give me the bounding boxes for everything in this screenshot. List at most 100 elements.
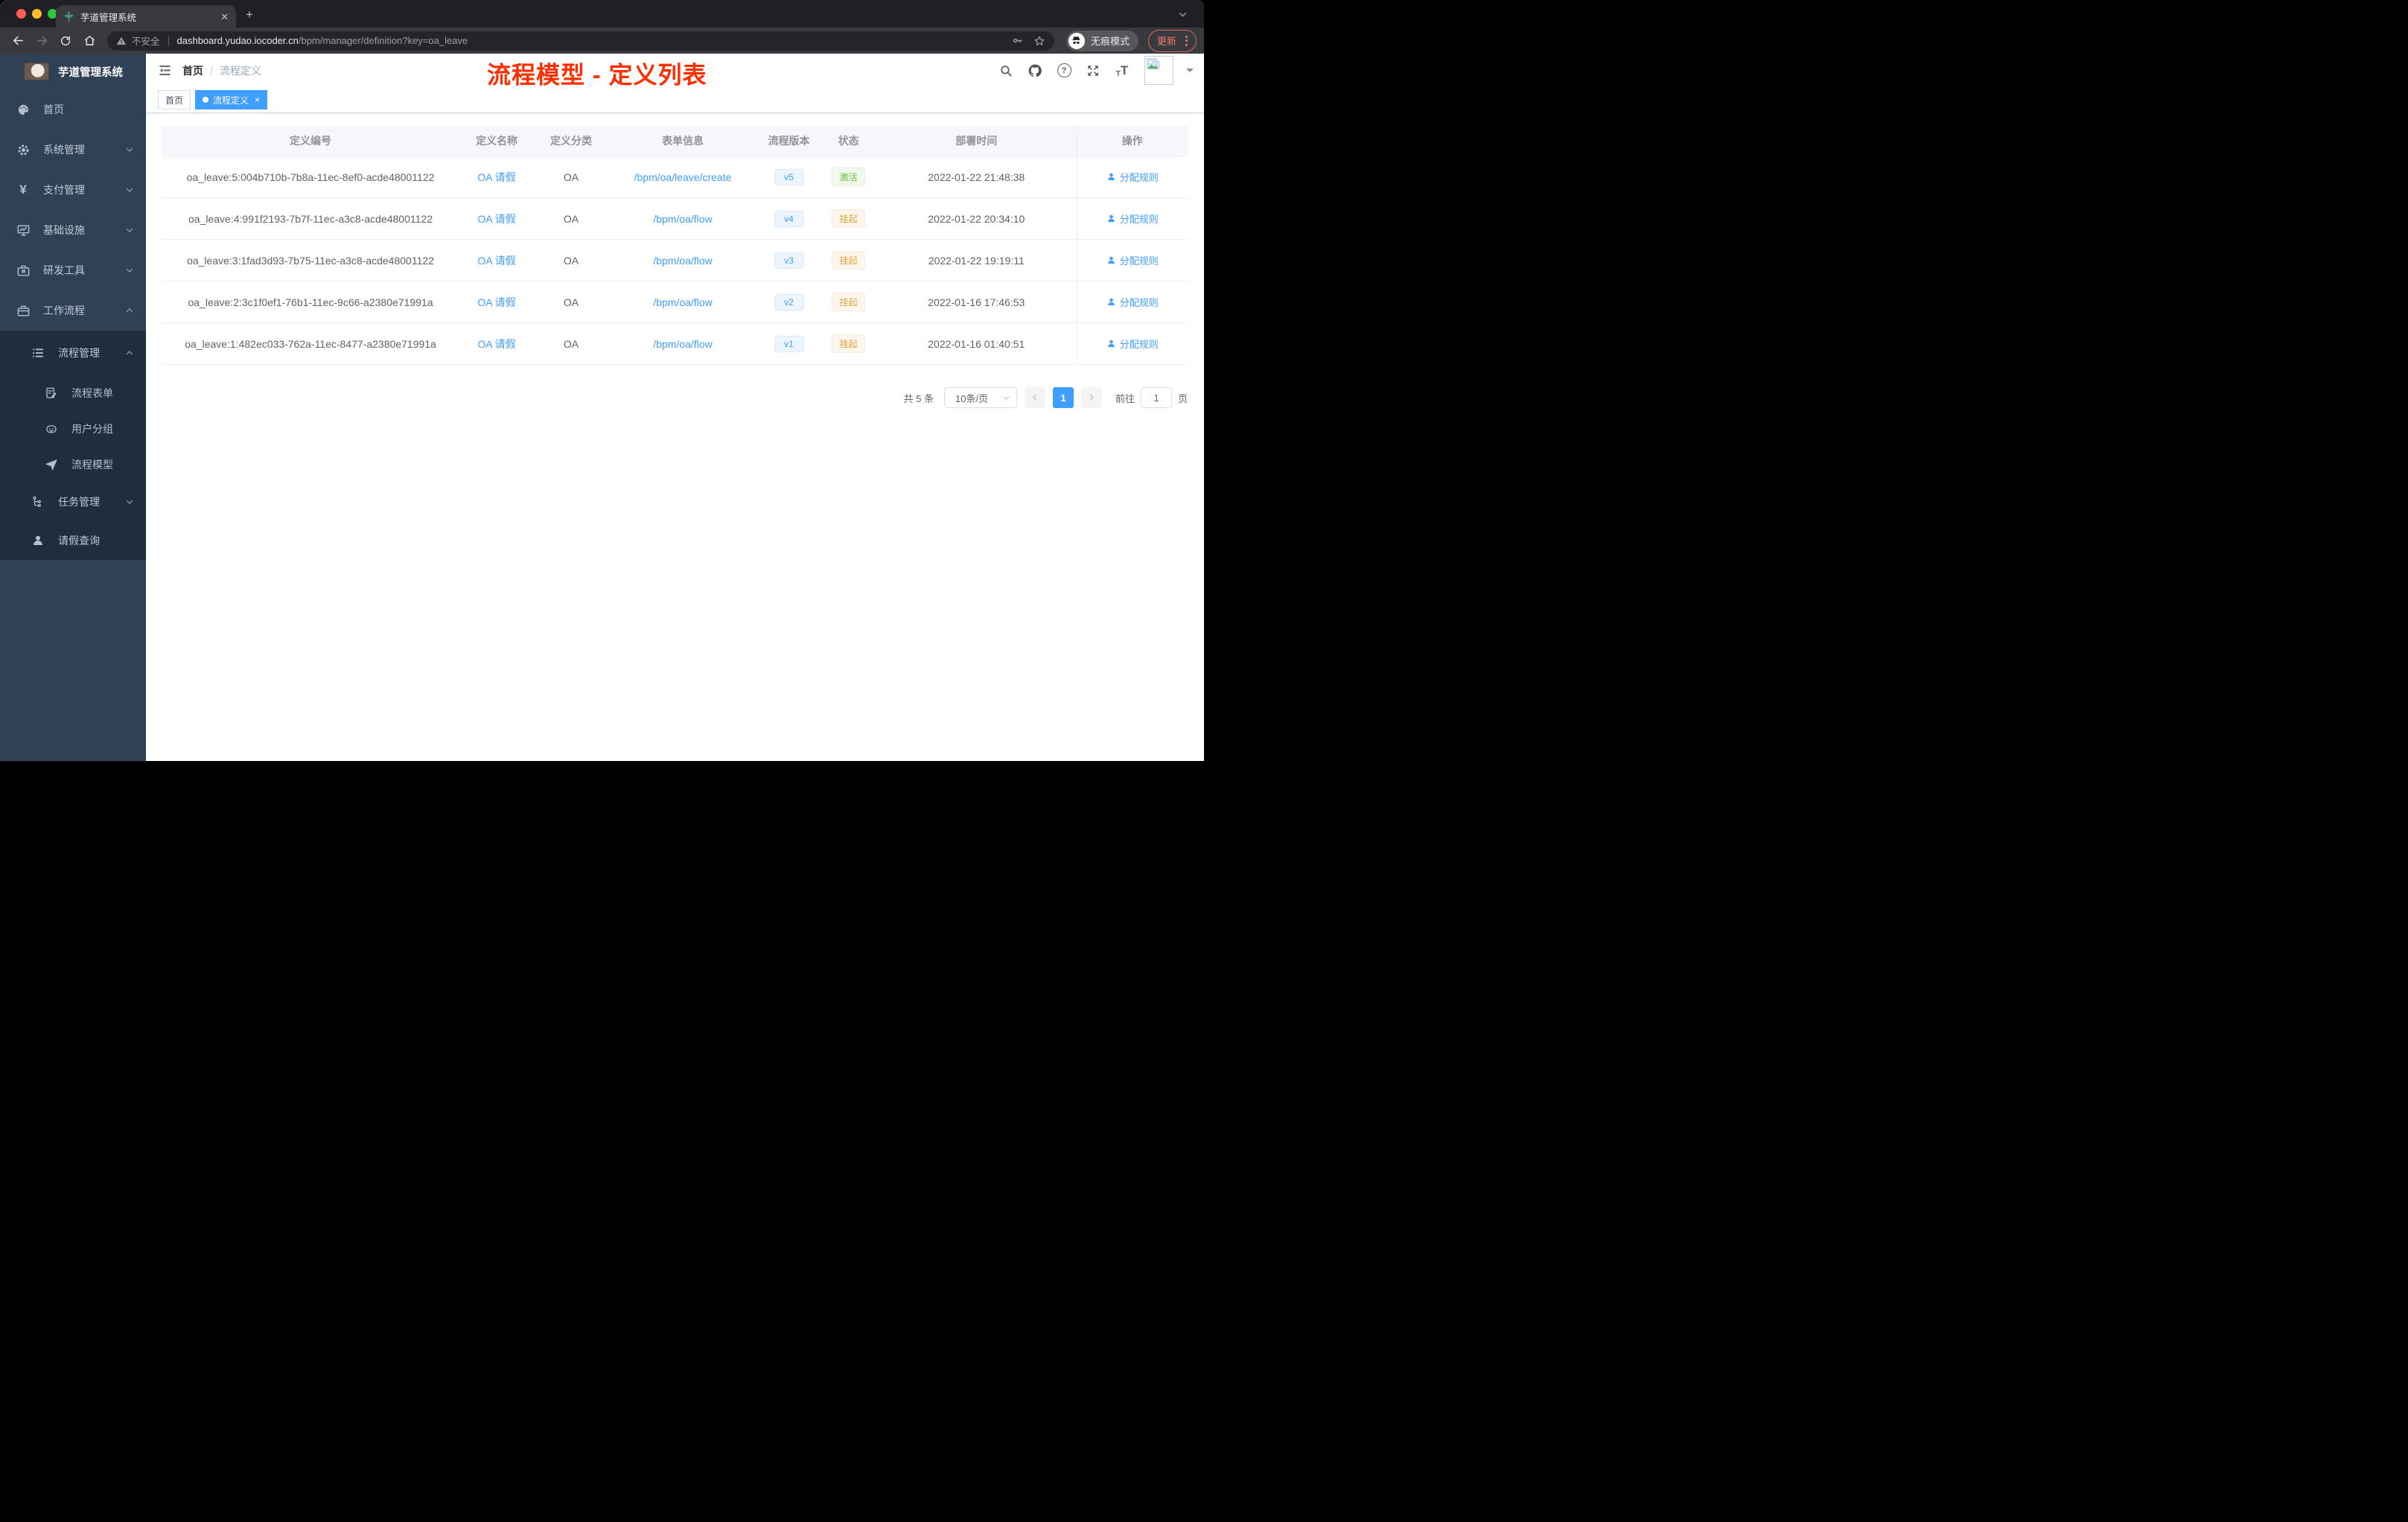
briefcase-icon bbox=[15, 304, 31, 318]
header-actions bbox=[998, 54, 1194, 87]
page-size-select[interactable]: 10条/页 bbox=[943, 387, 1017, 408]
cell-definition-id: oa_leave:1:482ec033-762a-11ec-8477-a2380… bbox=[162, 322, 459, 365]
form-link[interactable]: /bpm/oa/flow bbox=[653, 213, 712, 225]
font-size-icon[interactable] bbox=[1114, 63, 1130, 78]
help-icon[interactable] bbox=[1056, 63, 1072, 77]
assign-rule-button[interactable]: 分配规则 bbox=[1106, 253, 1159, 267]
tab-close-icon[interactable]: ✕ bbox=[220, 12, 229, 22]
cell-category: OA bbox=[534, 156, 608, 198]
sidebar-item-devtools[interactable]: 研发工具 bbox=[0, 250, 146, 290]
breadcrumb-current: 流程定义 bbox=[219, 64, 261, 77]
reload-button[interactable] bbox=[55, 31, 76, 51]
url-separator bbox=[168, 35, 169, 46]
browser-toolbar: 不安全 dashboard.yudao.iocoder.cn/bpm/manag… bbox=[0, 28, 1204, 54]
col-header-definition-name: 定义名称 bbox=[459, 126, 534, 156]
cell-definition-id: oa_leave:5:004b710b-7b8a-11ec-8ef0-acde4… bbox=[162, 156, 459, 198]
tab-search-chevron-icon[interactable] bbox=[1178, 10, 1188, 19]
tag-home[interactable]: 首页 bbox=[158, 90, 191, 109]
col-header-definition-id: 定义编号 bbox=[162, 126, 459, 156]
fullscreen-icon[interactable] bbox=[1085, 64, 1101, 77]
update-button[interactable]: 更新 bbox=[1147, 29, 1197, 52]
breadcrumb-home[interactable]: 首页 bbox=[182, 63, 203, 78]
cell-deploy-time: 2022-01-22 21:48:38 bbox=[876, 156, 1077, 198]
prev-page-button[interactable] bbox=[1024, 387, 1045, 408]
tag-close-icon[interactable]: × bbox=[255, 95, 260, 104]
bookmark-star-icon[interactable] bbox=[1033, 35, 1045, 47]
chevron-down-icon bbox=[1003, 396, 1010, 400]
hamburger-icon[interactable] bbox=[158, 63, 172, 77]
chevron-right-icon bbox=[1089, 394, 1094, 401]
user-icon bbox=[1107, 340, 1115, 348]
table-row: oa_leave:1:482ec033-762a-11ec-8477-a2380… bbox=[162, 322, 1188, 365]
definition-name-link[interactable]: OA 请假 bbox=[477, 255, 515, 267]
form-link[interactable]: /bpm/oa/flow bbox=[653, 338, 712, 350]
security-label: 不安全 bbox=[132, 36, 160, 47]
sidebar-item-system[interactable]: 系统管理 bbox=[0, 130, 146, 170]
goto-page-input[interactable] bbox=[1140, 387, 1172, 408]
new-tab-button[interactable]: + bbox=[246, 8, 253, 21]
sidebar-item-process-management[interactable]: 流程管理 bbox=[0, 331, 146, 375]
form-link[interactable]: /bpm/oa/flow bbox=[653, 255, 712, 267]
sidebar-logo[interactable]: 芋道管理系统 bbox=[0, 54, 146, 89]
sidebar-item-process-form[interactable]: 流程表单 bbox=[0, 375, 146, 411]
form-icon bbox=[43, 386, 60, 400]
browser-menu-kebab-icon[interactable] bbox=[1185, 35, 1188, 46]
pagination: 共 5 条 10条/页 1 前往 页 bbox=[162, 387, 1188, 408]
cell-deploy-time: 2022-01-16 17:46:53 bbox=[876, 281, 1077, 323]
avatar[interactable] bbox=[1144, 56, 1173, 85]
page-number-button[interactable]: 1 bbox=[1052, 387, 1074, 408]
assign-rule-button[interactable]: 分配规则 bbox=[1106, 295, 1159, 309]
status-badge: 挂起 bbox=[832, 209, 865, 228]
status-badge: 挂起 bbox=[832, 293, 865, 311]
sidebar-item-task-management[interactable]: 任务管理 bbox=[0, 483, 146, 521]
home-button[interactable] bbox=[79, 31, 100, 51]
logo-title: 芋道管理系统 bbox=[58, 66, 123, 79]
cell-deploy-time: 2022-01-22 20:34:10 bbox=[876, 197, 1077, 240]
forward-button[interactable] bbox=[31, 31, 52, 51]
chevron-down-icon bbox=[125, 185, 134, 194]
incognito-badge: 无痕模式 bbox=[1066, 30, 1138, 51]
minimize-window-button[interactable] bbox=[32, 9, 42, 19]
favicon-plant-icon bbox=[63, 10, 74, 22]
sidebar-item-process-model[interactable]: 流程模型 bbox=[0, 447, 146, 483]
sidebar-item-home[interactable]: 首页 bbox=[0, 89, 146, 130]
sidebar-item-user-group[interactable]: 用户分组 bbox=[0, 411, 146, 447]
form-link[interactable]: /bpm/oa/leave/create bbox=[634, 171, 732, 183]
cell-definition-id: oa_leave:2:3c1f0ef1-76b1-11ec-9c66-a2380… bbox=[162, 281, 459, 323]
sidebar-item-leave-query[interactable]: 请假查询 bbox=[0, 521, 146, 560]
version-badge: v1 bbox=[774, 335, 804, 352]
next-page-button[interactable] bbox=[1080, 387, 1102, 408]
definition-name-link[interactable]: OA 请假 bbox=[477, 338, 515, 350]
url-text: dashboard.yudao.iocoder.cn/bpm/manager/d… bbox=[176, 35, 468, 46]
search-icon[interactable] bbox=[998, 64, 1014, 77]
definition-name-link[interactable]: OA 请假 bbox=[477, 171, 515, 183]
definition-name-link[interactable]: OA 请假 bbox=[477, 296, 515, 308]
github-icon[interactable] bbox=[1027, 63, 1043, 78]
caret-down-icon[interactable] bbox=[1186, 69, 1194, 76]
sidebar-item-infrastructure[interactable]: 基础设施 bbox=[0, 210, 146, 250]
user-icon bbox=[1107, 256, 1115, 264]
goto-label: 前往 bbox=[1115, 392, 1135, 404]
toolbox-icon bbox=[15, 264, 31, 278]
cell-category: OA bbox=[534, 322, 608, 365]
browser-tab[interactable]: 芋道管理系统 ✕ bbox=[56, 5, 236, 28]
traffic-lights bbox=[16, 9, 57, 19]
key-icon[interactable] bbox=[1012, 35, 1023, 46]
table-row: oa_leave:3:1fad3d93-7b75-11ec-a3c8-acde4… bbox=[162, 239, 1188, 281]
assign-rule-button[interactable]: 分配规则 bbox=[1106, 170, 1159, 184]
sidebar-item-payment[interactable]: 支付管理 bbox=[0, 170, 146, 210]
assign-rule-button[interactable]: 分配规则 bbox=[1106, 337, 1159, 351]
sidebar-item-workflow[interactable]: 工作流程 bbox=[0, 290, 146, 331]
tag-process-definition[interactable]: 流程定义 × bbox=[195, 90, 268, 109]
tree-icon bbox=[30, 495, 46, 509]
version-badge: v4 bbox=[774, 210, 804, 227]
cell-category: OA bbox=[534, 281, 608, 323]
form-link[interactable]: /bpm/oa/flow bbox=[653, 296, 712, 308]
url-bar[interactable]: 不安全 dashboard.yudao.iocoder.cn/bpm/manag… bbox=[107, 31, 1054, 51]
close-window-button[interactable] bbox=[16, 9, 26, 19]
assign-rule-button[interactable]: 分配规则 bbox=[1106, 211, 1159, 226]
col-header-form-info: 表单信息 bbox=[608, 126, 757, 156]
back-button[interactable] bbox=[7, 31, 28, 51]
cell-deploy-time: 2022-01-22 19:19:11 bbox=[876, 239, 1077, 281]
definition-name-link[interactable]: OA 请假 bbox=[477, 213, 515, 225]
